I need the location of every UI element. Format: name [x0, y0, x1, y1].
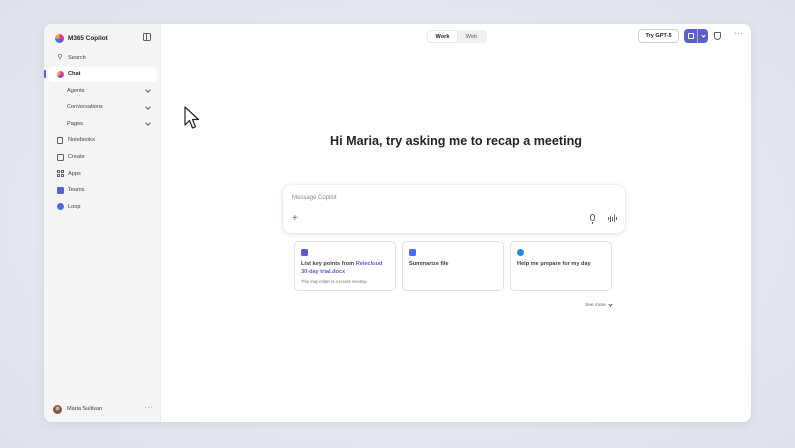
sidebar-item-chat[interactable]: Chat	[44, 66, 157, 82]
loop-icon	[56, 203, 64, 211]
sidebar-item-teams[interactable]: Teams	[48, 183, 157, 198]
mouse-cursor-icon	[184, 106, 200, 129]
see-more-label: See more	[585, 303, 606, 308]
create-icon	[56, 153, 64, 161]
mode-toggle: Work Web	[427, 30, 487, 43]
chevron-down-icon	[145, 103, 151, 110]
sidebar-item-loop[interactable]: Loop	[48, 199, 157, 214]
notebook-icon	[56, 136, 64, 144]
sidebar-item-notebooks[interactable]: Notebooks	[48, 133, 157, 148]
suggestion-title: Help me prepare for my day	[517, 261, 591, 267]
sidebar-item-label: Pages	[67, 120, 83, 127]
mode-work-button[interactable]: Work	[428, 31, 457, 42]
sidebar-item-apps[interactable]: Apps	[48, 166, 157, 181]
suggestion-cards: List key points from Relecloud 30-day tr…	[294, 241, 612, 291]
teams-icon	[56, 186, 64, 194]
sidebar-item-label: Create	[68, 154, 85, 161]
sidebar-item-label: Search	[68, 54, 86, 61]
sidebar-item-label: Loop	[68, 203, 81, 210]
sidebar-item-label: Apps	[68, 170, 81, 177]
summarize-icon	[409, 249, 416, 256]
more-options-icon[interactable]: ···	[734, 29, 744, 38]
message-composer[interactable]: Message Copilot +	[283, 185, 625, 233]
sidebar-nav: ⚲ Search Chat Agents Conversations Pages	[44, 50, 157, 216]
message-input[interactable]: Message Copilot	[292, 195, 337, 201]
app-title: M365 Copilot	[68, 34, 108, 42]
chevron-down-icon	[608, 302, 613, 307]
chevron-down-icon[interactable]	[698, 29, 708, 43]
voice-mode-icon[interactable]	[608, 215, 617, 222]
chevron-down-icon	[145, 120, 151, 127]
sidebar-header: M365 Copilot	[55, 32, 155, 44]
sidebar-item-label: Notebooks	[68, 137, 95, 144]
sidebar-item-pages[interactable]: Pages	[48, 116, 157, 131]
add-icon[interactable]: +	[292, 214, 298, 224]
microphone-icon[interactable]	[590, 214, 595, 224]
shield-icon[interactable]	[714, 32, 721, 40]
sidebar: M365 Copilot ⚲ Search Chat Agents Conver…	[44, 24, 161, 422]
sidebar-item-agents[interactable]: Agents	[48, 83, 157, 98]
sidebar-item-label: Teams	[68, 187, 85, 194]
new-chat-icon[interactable]	[684, 29, 698, 43]
chevron-down-icon	[145, 87, 151, 94]
suggestion-title: List key points from	[301, 261, 356, 267]
suggestion-card[interactable]: Help me prepare for my day	[510, 241, 612, 291]
mode-web-button[interactable]: Web	[457, 31, 486, 42]
page-title: Hi Maria, try asking me to recap a meeti…	[330, 134, 582, 148]
see-more-button[interactable]: See more	[585, 302, 613, 308]
more-options-icon[interactable]: ···	[145, 404, 154, 411]
copilot-chat-icon	[56, 70, 64, 78]
sidebar-item-search[interactable]: ⚲ Search	[48, 50, 157, 65]
suggestion-subtitle: This may relate to a recent meeting	[301, 279, 367, 285]
suggestion-title: Summarize file	[409, 261, 449, 267]
suggestion-card[interactable]: Summarize file	[402, 241, 504, 291]
search-icon: ⚲	[57, 54, 63, 61]
try-gpt5-button[interactable]: Try GPT-5	[638, 29, 679, 43]
suggestion-card[interactable]: List key points from Relecloud 30-day tr…	[294, 241, 396, 291]
sidebar-item-label: Conversations	[67, 104, 103, 111]
calendar-chat-icon	[517, 249, 524, 256]
sidebar-toggle-icon[interactable]	[143, 33, 151, 41]
main-content: Work Web Try GPT-5 ··· Hi Maria, try ask…	[161, 24, 751, 422]
app-window: M365 Copilot ⚲ Search Chat Agents Conver…	[44, 24, 751, 422]
user-profile[interactable]: Maria Sullivan ···	[53, 404, 153, 414]
sidebar-item-label: Agents	[67, 87, 85, 94]
sidebar-item-conversations[interactable]: Conversations	[48, 100, 157, 115]
apps-icon	[56, 170, 64, 178]
avatar	[53, 404, 62, 414]
new-chat-button[interactable]	[684, 29, 708, 43]
sidebar-item-create[interactable]: Create	[48, 150, 157, 165]
user-name: Maria Sullivan	[67, 406, 103, 412]
document-icon	[301, 249, 308, 256]
sidebar-item-label: Chat	[68, 71, 81, 78]
m365-copilot-logo-icon	[55, 33, 64, 43]
